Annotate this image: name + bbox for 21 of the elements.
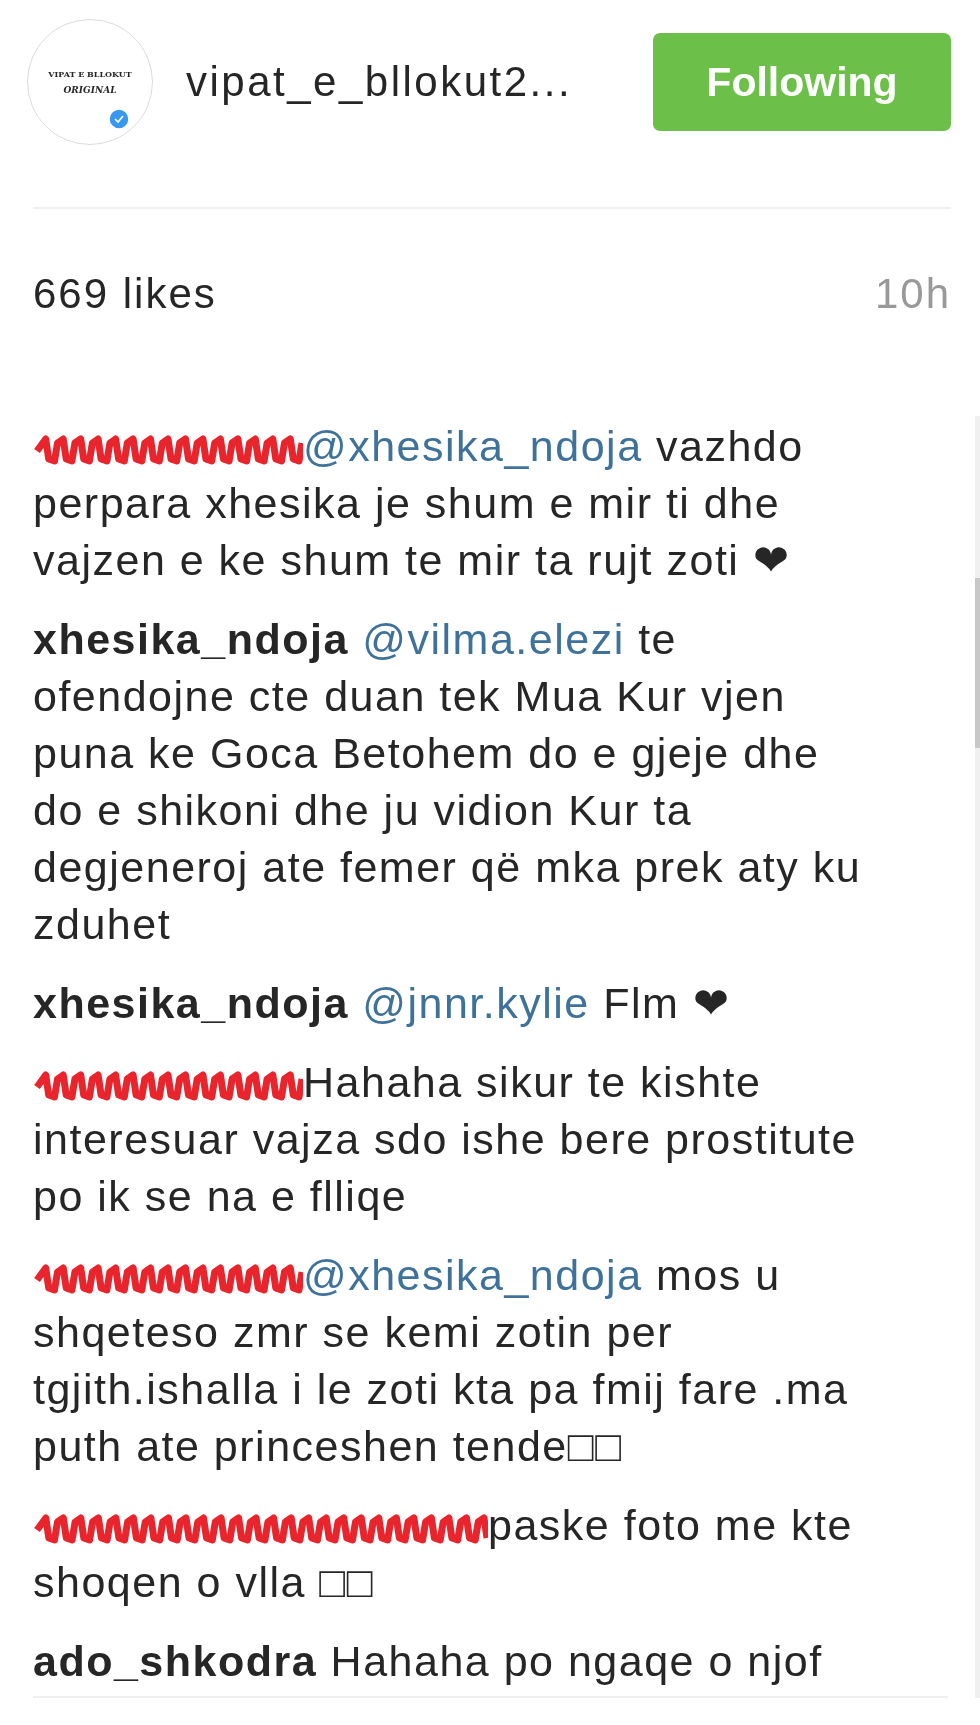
comment-text: @xhesika_ndoja mos u shqeteso zmr se kemi zotin per tgjith.ishalla i le zoti kta pa fmij fare .ma puth ate princeshen tende□□ [33, 1250, 850, 1472]
username[interactable]: vipat_e_bllokut2... [186, 58, 653, 106]
username-link[interactable]: xhesika_ndoja [33, 615, 349, 663]
comment-text: paske foto me kte shoqen o vlla □□ [33, 1500, 854, 1608]
username-link[interactable]: ado_shkodra [33, 1637, 318, 1685]
avatar-logo-text: ORIGINAL [63, 85, 117, 95]
likes-count: 669 likes [33, 270, 217, 318]
mention-link[interactable]: @vilma.elezi [362, 615, 625, 663]
username-link[interactable]: xhesika_ndoja [33, 979, 349, 1027]
mention-link[interactable]: @jnnr.kylie [362, 979, 590, 1027]
mention-link[interactable]: @xhesika_ndoja [303, 1251, 643, 1299]
scrollbar-thumb[interactable] [975, 578, 980, 748]
comment-text: ado_shkodra Hahaha po ngaqe o njof [33, 1636, 824, 1687]
avatar-logo-text: VIPAT E BLLOKUT [48, 69, 132, 79]
scrollbar[interactable] [975, 416, 980, 1698]
comment-text: xhesika_ndoja @jnnr.kylie Flm ❤ [33, 978, 732, 1029]
post-time: 10h [874, 270, 951, 318]
comment-text: Hahaha sikur te kishte interesuar vajza sdo ishe bere prostitute po ik se na e flliqe [33, 1057, 858, 1222]
mention-link[interactable]: @xhesika_ndoja [303, 422, 643, 470]
comment-text: @xhesika_ndoja vazhdo perpara xhesika je shum e mir ti dhe vajzen e ke shum te mir ta rujt zoti ❤ [33, 421, 805, 586]
comment-text: xhesika_ndoja @vilma.elezi te ofendojne cte duan tek Mua Kur vjen puna ke Goca Betohem do e gjeje dhe do e shikoni dhe ju vidion Kur ta degjeneroj ate femer që mka prek aty ku zduhet [33, 614, 863, 950]
